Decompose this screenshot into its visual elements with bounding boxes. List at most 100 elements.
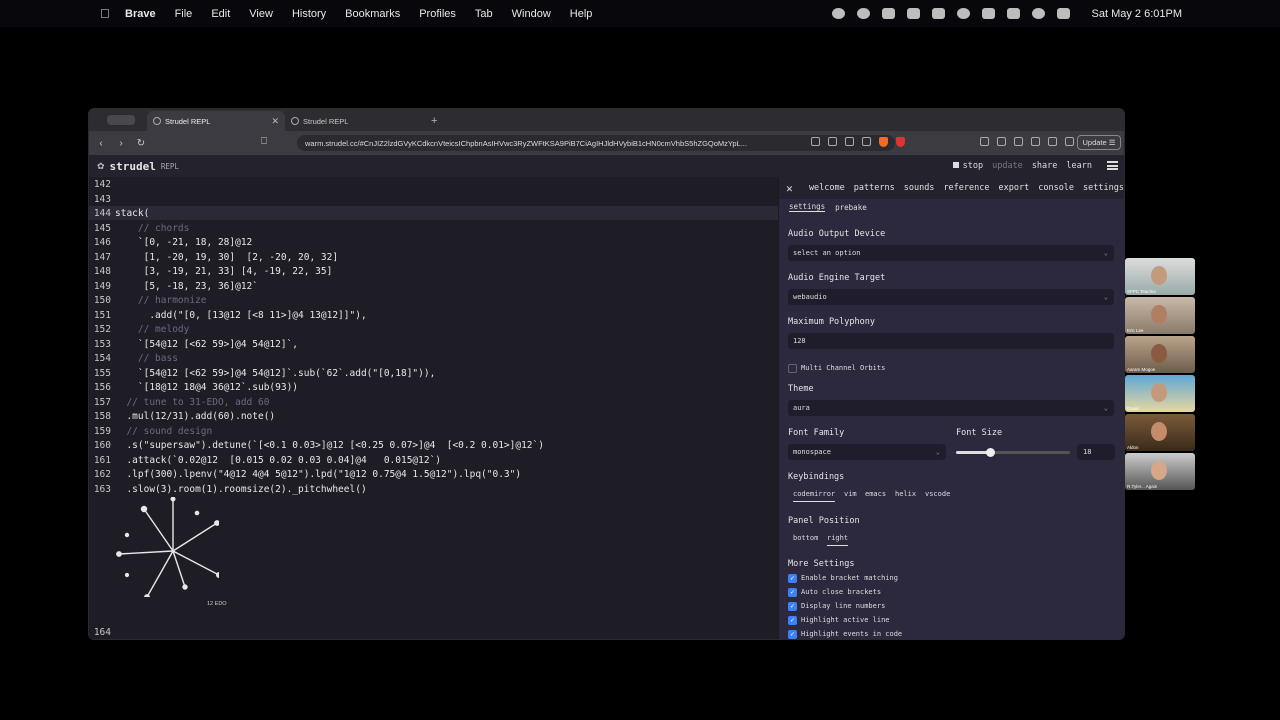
- code-line[interactable]: 155 `[54@12 [<62 59>]@4 54@12]`.sub(`62`…: [89, 367, 435, 381]
- menubar-clock[interactable]: Sat May 2 6:01PM: [1092, 8, 1183, 20]
- line-numbers-checkbox[interactable]: ✓: [788, 602, 797, 611]
- extension-icon[interactable]: [906, 8, 920, 19]
- participant-tile[interactable]: SFPC Teacher: [1125, 258, 1195, 295]
- tab-sounds[interactable]: sounds: [904, 183, 935, 193]
- extensions-icon[interactable]: [1014, 137, 1023, 146]
- auto-close-checkbox[interactable]: ✓: [788, 588, 797, 597]
- update-code-button[interactable]: update: [992, 161, 1023, 171]
- play-icon[interactable]: [956, 8, 970, 19]
- update-button[interactable]: Update ☰: [1077, 135, 1121, 150]
- keybinding-emacs[interactable]: emacs: [865, 490, 886, 498]
- close-tab-icon[interactable]: ✕: [271, 116, 279, 127]
- close-panel-icon[interactable]: ✕: [779, 182, 800, 195]
- polyphony-input[interactable]: 128: [788, 333, 1114, 349]
- cast-icon[interactable]: [828, 137, 837, 146]
- menu-profiles[interactable]: Profiles: [419, 8, 456, 20]
- code-line[interactable]: 146 `[0, -21, 18, 28]@12: [89, 236, 252, 250]
- tab-console[interactable]: console: [1038, 183, 1074, 193]
- sidebar-icon[interactable]: [980, 137, 989, 146]
- puzzle-icon[interactable]: [1031, 137, 1040, 146]
- stop-button[interactable]: stop: [952, 161, 983, 171]
- participant-tile[interactable]: R.Tyler... Again: [1125, 453, 1195, 490]
- position-right[interactable]: right: [827, 534, 849, 546]
- code-line[interactable]: 144 stack(: [89, 207, 150, 221]
- vpn-icon[interactable]: [931, 8, 945, 19]
- record-icon[interactable]: [831, 8, 845, 19]
- subtab-settings[interactable]: settings: [789, 202, 826, 212]
- code-line[interactable]: 162 .lpf(300).lpenv("4@12 4@4 5@12").lpd…: [89, 468, 521, 482]
- menu-view[interactable]: View: [249, 8, 273, 20]
- code-line[interactable]: 156 `[18@12 18@4 36@12`.sub(93)): [89, 381, 298, 395]
- battery-icon[interactable]: [981, 8, 995, 19]
- menu-history[interactable]: History: [292, 8, 326, 20]
- menu-edit[interactable]: Edit: [211, 8, 230, 20]
- keybinding-vscode[interactable]: vscode: [925, 490, 950, 498]
- wifi-icon[interactable]: [1006, 8, 1020, 19]
- code-line[interactable]: 158 .mul(12/31).add(60).note(): [89, 410, 275, 424]
- code-line[interactable]: 160 .s("supersaw").detune(`[<0.1 0.03>]@…: [89, 439, 544, 453]
- participant-tile[interactable]: Aaram Mogoe: [1125, 336, 1195, 373]
- split-view-icon[interactable]: [997, 137, 1006, 146]
- code-line[interactable]: 151 .add("[0, [13@12 [<8 11>]@4 13@12]]"…: [89, 309, 367, 323]
- vpn-shield-icon[interactable]: [1065, 137, 1074, 146]
- multichannel-checkbox[interactable]: [788, 364, 797, 373]
- code-line[interactable]: 149 [5, -18, 23, 36]@12`: [89, 280, 258, 294]
- code-line[interactable]: 163 .slow(3).room(1).roomsize(2)._pitchw…: [89, 483, 367, 497]
- share-icon[interactable]: [845, 137, 854, 146]
- reload-icon[interactable]: ↻: [133, 138, 149, 149]
- apple-icon[interactable]: : [100, 6, 112, 21]
- traffic-lights[interactable]: [107, 115, 135, 125]
- font-family-select[interactable]: monospace ⌄: [788, 444, 946, 460]
- brave-rewards-icon[interactable]: [896, 137, 905, 147]
- tab-reference[interactable]: reference: [943, 183, 989, 193]
- wallet-icon[interactable]: [1048, 137, 1057, 146]
- keybinding-codemirror[interactable]: codemirror: [793, 490, 836, 502]
- code-line[interactable]: 154 // bass: [89, 352, 178, 366]
- audio-output-select[interactable]: select an option ⌄: [788, 245, 1114, 261]
- code-line[interactable]: 142: [89, 178, 115, 192]
- bookmark-icon[interactable]: ⎕: [261, 136, 267, 147]
- code-line[interactable]: 150 // harmonize: [89, 294, 207, 308]
- highlight-events-checkbox[interactable]: ✓: [788, 630, 797, 639]
- control-center-icon[interactable]: [1056, 8, 1070, 19]
- font-size-input[interactable]: 18: [1077, 444, 1115, 460]
- code-line[interactable]: 159 // sound design: [89, 425, 212, 439]
- code-line[interactable]: 152 // melody: [89, 323, 190, 337]
- participant-tile[interactable]: Eric Lee: [1125, 297, 1195, 334]
- tab-patterns[interactable]: patterns: [854, 183, 895, 193]
- reader-icon[interactable]: [811, 137, 820, 146]
- font-size-slider[interactable]: [956, 448, 1070, 457]
- menu-bookmarks[interactable]: Bookmarks: [345, 8, 400, 20]
- code-line[interactable]: 147 [1, -20, 19, 30] [2, -20, 20, 32]: [89, 251, 338, 265]
- menu-icon[interactable]: [1107, 161, 1118, 170]
- code-line[interactable]: 153 `[54@12 [<62 59>]@4 54@12]`,: [89, 338, 298, 352]
- brave-shields-icon[interactable]: [879, 137, 888, 147]
- key-icon[interactable]: [862, 137, 871, 146]
- code-editor[interactable]: 12 EDO 164 142 143 144 stack(145 // chords 1…: [89, 177, 778, 639]
- bracket-matching-checkbox[interactable]: ✓: [788, 574, 797, 583]
- engine-select[interactable]: webaudio ⌄: [788, 289, 1114, 305]
- tab-strudel[interactable]: Strudel REPL: [285, 111, 423, 131]
- subtab-prebake[interactable]: prebake: [835, 203, 867, 212]
- share-button[interactable]: share: [1032, 161, 1058, 171]
- tab-export[interactable]: export: [999, 183, 1030, 193]
- menu-window[interactable]: Window: [512, 8, 551, 20]
- participant-tile[interactable]: Aldon: [1125, 414, 1195, 451]
- search-icon[interactable]: [1031, 8, 1045, 19]
- menu-help[interactable]: Help: [570, 8, 593, 20]
- new-tab-icon[interactable]: +: [431, 115, 437, 127]
- code-line[interactable]: 143: [89, 193, 115, 207]
- keybinding-vim[interactable]: vim: [844, 490, 857, 498]
- participant-tile[interactable]: David: [1125, 375, 1195, 412]
- back-icon[interactable]: ‹: [93, 138, 109, 149]
- theme-select[interactable]: aura ⌄: [788, 400, 1114, 416]
- learn-button[interactable]: learn: [1066, 161, 1092, 171]
- highlight-line-checkbox[interactable]: ✓: [788, 616, 797, 625]
- dropbox-icon[interactable]: [881, 8, 895, 19]
- keybinding-helix[interactable]: helix: [895, 490, 916, 498]
- menu-app[interactable]: Brave: [125, 8, 156, 20]
- code-line[interactable]: 145 // chords: [89, 222, 190, 236]
- forward-icon[interactable]: ›: [113, 138, 129, 149]
- tab-welcome[interactable]: welcome: [809, 183, 845, 193]
- menu-file[interactable]: File: [175, 8, 193, 20]
